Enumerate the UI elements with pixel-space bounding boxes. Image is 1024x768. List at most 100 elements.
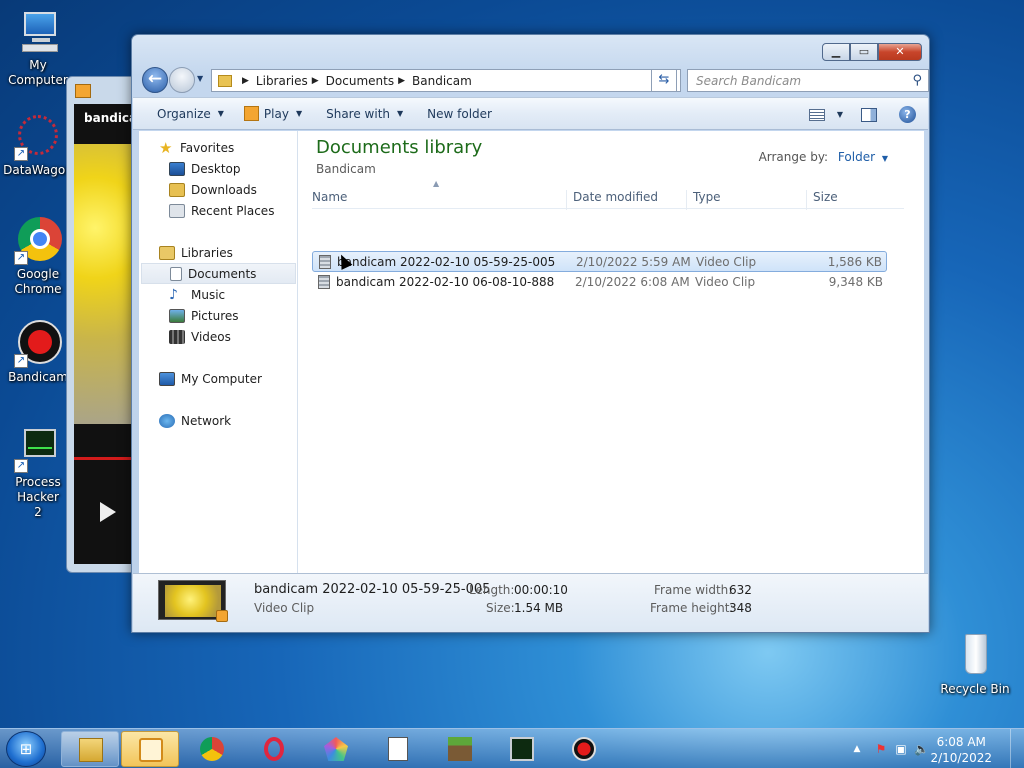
taskbar-document-app[interactable] <box>369 731 427 767</box>
breadcrumb-arrow-icon[interactable]: ▶ <box>242 76 249 86</box>
desktop-icon-process-hacker[interactable]: ↗ Process Hacker 2 <box>0 425 76 520</box>
navigation-pane: ★ Favorites Desktop Downloads Recent Pla… <box>139 131 298 573</box>
organize-button[interactable]: Organize ▼ <box>157 107 224 121</box>
play-button[interactable]: Play ▼ <box>243 106 302 121</box>
nav-label: Libraries <box>181 245 233 260</box>
nav-my-computer[interactable]: My Computer <box>159 368 262 389</box>
document-app-icon <box>388 737 408 761</box>
taskbar-app-hexagon[interactable] <box>307 731 365 767</box>
refresh-button[interactable]: ⇆ <box>651 69 677 92</box>
recent-pages-dropdown-icon[interactable]: ▼ <box>197 74 203 83</box>
column-date-modified[interactable]: Date modified <box>566 190 686 210</box>
nav-label: Network <box>181 413 232 428</box>
video-thumbnail <box>158 580 228 622</box>
breadcrumb-documents[interactable]: Documents <box>326 74 394 88</box>
play-icon[interactable] <box>100 502 116 522</box>
bandicam-icon: ↗ <box>14 320 62 368</box>
desktop-icon-label: Bandicam <box>8 370 68 384</box>
search-placeholder: Search Bandicam <box>696 74 802 88</box>
taskbar-minecraft[interactable] <box>431 731 489 767</box>
detail-kind: Video Clip <box>254 601 315 615</box>
nav-videos[interactable]: Videos <box>169 326 231 347</box>
change-view-icon[interactable] <box>808 108 825 121</box>
preview-pane-icon[interactable] <box>861 107 877 122</box>
process-hacker-icon <box>510 737 534 761</box>
search-icon[interactable]: ⚲ <box>912 73 922 88</box>
show-hidden-icons-icon[interactable]: ▲ <box>850 742 864 756</box>
recent-places-icon <box>169 203 185 218</box>
taskbar-explorer[interactable] <box>61 731 119 767</box>
shortcut-arrow-icon: ↗ <box>14 459 28 473</box>
column-type[interactable]: Type <box>686 190 806 210</box>
media-player-icon <box>139 738 163 762</box>
play-media-icon <box>243 106 259 121</box>
nav-pictures[interactable]: Pictures <box>169 305 239 326</box>
nav-favorites[interactable]: ★ Favorites <box>159 137 234 158</box>
volume-icon[interactable]: 🔈 <box>914 742 929 756</box>
file-type: Video Clip <box>696 255 757 269</box>
opera-icon <box>264 737 284 761</box>
arrange-value-dropdown[interactable]: Folder ▼ <box>838 150 888 164</box>
desktop-icon-label: Google Chrome <box>14 267 62 296</box>
nav-music[interactable]: ♪ Music <box>169 284 225 305</box>
file-date: 2/10/2022 5:59 AM <box>576 255 691 269</box>
column-size[interactable]: Size <box>806 190 902 210</box>
action-center-icon[interactable]: ⚑ <box>874 742 888 756</box>
file-row[interactable]: bandicam 2022-02-10 06-08-10-888 2/10/20… <box>312 272 887 293</box>
hexagon-app-icon <box>324 737 348 761</box>
nav-libraries[interactable]: Libraries <box>159 242 233 263</box>
file-row[interactable]: bandicam 2022-02-10 05-59-25-005 2/10/20… <box>312 251 887 272</box>
breadcrumb-arrow-icon[interactable]: ▶ <box>398 76 405 86</box>
close-button[interactable]: ✕ <box>878 43 922 61</box>
shortcut-arrow-icon: ↗ <box>14 147 28 161</box>
breadcrumb-libraries[interactable]: Libraries <box>256 74 308 88</box>
taskbar-chrome[interactable] <box>183 731 241 767</box>
taskbar-media-player[interactable] <box>121 731 179 767</box>
desktop-icon-datawagon[interactable]: ↗ DataWagon <box>0 113 76 178</box>
nav-recent-places[interactable]: Recent Places <box>169 200 274 221</box>
desktop-icon-my-computer[interactable]: My Computer <box>0 8 76 88</box>
start-button[interactable]: ⊞ <box>6 731 46 767</box>
nav-desktop[interactable]: Desktop <box>169 158 241 179</box>
new-folder-button[interactable]: New folder <box>427 107 492 121</box>
nav-label: Favorites <box>180 140 235 155</box>
back-button[interactable]: ← <box>142 67 168 93</box>
search-input[interactable]: Search Bandicam ⚲ <box>687 69 929 92</box>
taskbar-opera[interactable] <box>245 731 303 767</box>
nav-label: Documents <box>188 266 257 281</box>
desktop-icon-bandicam[interactable]: ↗ Bandicam <box>0 320 76 385</box>
desktop-icon-google-chrome[interactable]: ↗ Google Chrome <box>0 217 76 297</box>
detail-length: 00:00:10 <box>514 583 568 597</box>
nav-network[interactable]: Network <box>159 410 231 431</box>
nav-downloads[interactable]: Downloads <box>169 179 257 200</box>
music-icon: ♪ <box>169 286 178 303</box>
forward-button[interactable] <box>169 67 195 93</box>
clock[interactable]: 6:08 AM 2/10/2022 <box>930 734 992 766</box>
share-with-button[interactable]: Share with ▼ <box>326 107 403 121</box>
desktop-icon-label: DataWagon <box>3 163 73 177</box>
network-icon <box>159 413 175 428</box>
desktop-icon-recycle-bin[interactable]: Recycle Bin <box>937 632 1013 697</box>
breadcrumb-bandicam[interactable]: Bandicam <box>412 74 472 88</box>
breadcrumb-arrow-icon[interactable]: ▶ <box>312 76 319 86</box>
nav-documents[interactable]: Documents <box>141 263 296 284</box>
minimize-button[interactable]: ▁ <box>822 43 850 61</box>
organize-label: Organize <box>157 106 211 121</box>
folder-icon <box>218 74 232 87</box>
network-tray-icon[interactable]: ▣ <box>894 742 908 756</box>
address-bar[interactable]: ▶ Libraries ▶ Documents ▶ Bandicam ▼ <box>211 69 681 92</box>
taskbar-bandicam[interactable] <box>555 731 613 767</box>
maximize-button[interactable]: ▭ <box>850 43 878 61</box>
column-name[interactable]: Name <box>306 190 566 210</box>
taskbar-process-hacker[interactable] <box>493 731 551 767</box>
show-desktop-button[interactable] <box>1010 729 1024 768</box>
file-size: 9,348 KB <box>828 275 883 289</box>
file-list-pane: Documents library Bandicam Arrange by: F… <box>298 131 924 573</box>
file-size: 1,586 KB <box>827 255 882 269</box>
help-icon[interactable]: ? <box>899 106 916 123</box>
process-hacker-icon: ↗ <box>14 425 62 473</box>
share-label: Share with <box>326 106 391 121</box>
view-dropdown-icon[interactable]: ▼ <box>837 110 843 119</box>
shortcut-arrow-icon: ↗ <box>14 251 28 265</box>
detail-frame-height: 348 <box>729 601 752 615</box>
